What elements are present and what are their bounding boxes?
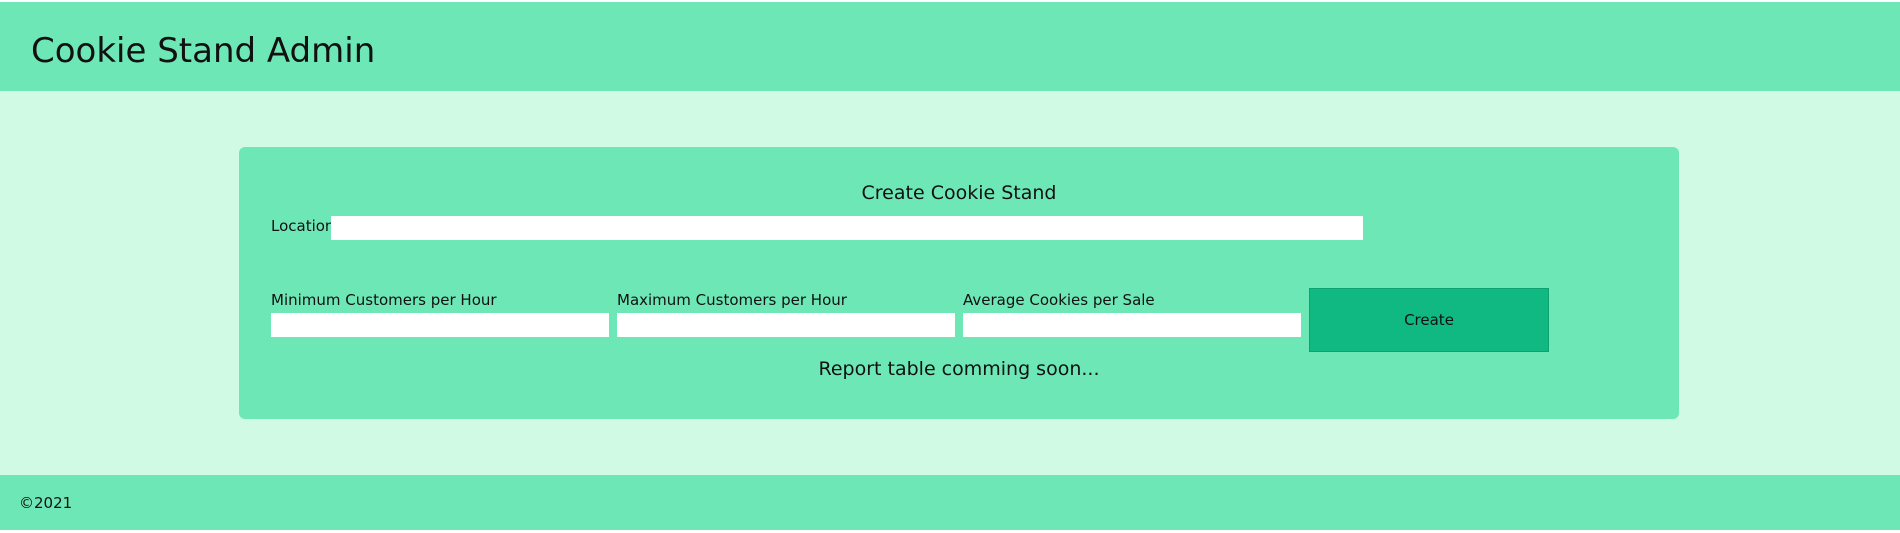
max-customers-input[interactable] (617, 313, 955, 337)
report-placeholder-text: Report table comming soon... (818, 358, 1100, 380)
max-customers-label: Maximum Customers per Hour (617, 291, 847, 309)
location-input[interactable] (331, 216, 1363, 240)
min-customers-label: Minimum Customers per Hour (271, 291, 497, 309)
main-content: Create Cookie Stand Location Minimum Cus… (0, 91, 1900, 475)
page-footer: ©2021 (0, 475, 1900, 530)
avg-cookies-label: Average Cookies per Sale (963, 291, 1155, 309)
location-label: Location (271, 217, 335, 235)
create-button[interactable]: Create (1309, 288, 1549, 352)
page-header: Cookie Stand Admin (0, 2, 1900, 91)
page-title: Cookie Stand Admin (31, 31, 376, 71)
create-cookie-stand-form: Create Cookie Stand Location Minimum Cus… (239, 147, 1679, 419)
copyright-text: ©2021 (19, 494, 73, 512)
min-customers-input[interactable] (271, 313, 609, 337)
avg-cookies-input[interactable] (963, 313, 1301, 337)
form-title: Create Cookie Stand (861, 182, 1057, 204)
